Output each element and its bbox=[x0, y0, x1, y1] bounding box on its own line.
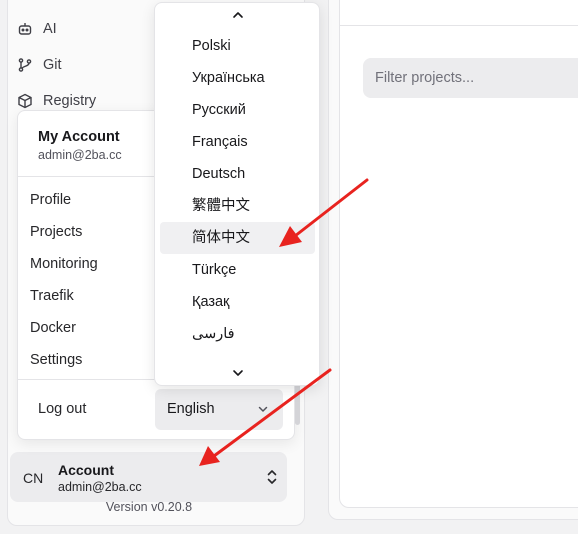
chevron-down-icon[interactable] bbox=[231, 366, 245, 380]
language-option-highlighted[interactable]: 简体中文 bbox=[160, 222, 315, 254]
menu-email: admin@2ba.cc bbox=[38, 148, 122, 162]
bot-icon bbox=[18, 23, 32, 35]
chevron-up-icon[interactable] bbox=[231, 8, 245, 22]
sidebar-item-label: AI bbox=[43, 21, 57, 37]
sidebar-item-ai[interactable]: AI bbox=[17, 17, 57, 41]
menu-item-profile[interactable]: Profile bbox=[30, 188, 71, 212]
language-select-value: English bbox=[167, 401, 215, 417]
chevrons-up-down-icon bbox=[267, 470, 277, 484]
menu-item-monitoring[interactable]: Monitoring bbox=[30, 252, 98, 276]
language-option[interactable]: فارسی bbox=[160, 318, 315, 350]
account-switcher[interactable]: CN Account admin@2ba.cc bbox=[10, 452, 287, 502]
sidebar-item-label: Registry bbox=[43, 93, 97, 109]
language-option[interactable]: Қазақ bbox=[160, 286, 315, 318]
language-list: Polski Українська Русский Français Deuts… bbox=[154, 2, 320, 386]
divider bbox=[339, 25, 578, 26]
filter-projects-input[interactable] bbox=[363, 58, 578, 98]
sidebar-item-label: Git bbox=[43, 57, 62, 73]
package-icon bbox=[18, 93, 32, 109]
menu-item-docker[interactable]: Docker bbox=[30, 316, 76, 340]
language-option[interactable]: Français bbox=[160, 126, 315, 158]
scrollbar[interactable] bbox=[295, 380, 300, 425]
git-branch-icon bbox=[18, 58, 32, 72]
version-label: Version v0.20.8 bbox=[105, 500, 193, 514]
language-option[interactable]: Русский bbox=[160, 94, 315, 126]
account-name: Account bbox=[58, 462, 114, 478]
avatar: CN bbox=[23, 470, 44, 486]
menu-title: My Account bbox=[38, 129, 120, 145]
menu-item-traefik[interactable]: Traefik bbox=[30, 284, 74, 308]
menu-item-projects[interactable]: Projects bbox=[30, 220, 82, 244]
chevron-down-icon bbox=[258, 406, 268, 412]
logout-button[interactable]: Log out bbox=[38, 401, 86, 417]
menu-item-settings[interactable]: Settings bbox=[30, 348, 82, 372]
language-select[interactable]: English bbox=[155, 389, 283, 430]
language-option[interactable]: Türkçe bbox=[160, 254, 315, 286]
account-email: admin@2ba.cc bbox=[58, 480, 142, 494]
language-option[interactable]: Polski bbox=[160, 30, 315, 62]
language-option[interactable]: Deutsch bbox=[160, 158, 315, 190]
language-option[interactable]: Українська bbox=[160, 62, 315, 94]
sidebar-item-git[interactable]: Git bbox=[17, 53, 62, 77]
language-option[interactable]: 繁體中文 bbox=[160, 190, 315, 222]
